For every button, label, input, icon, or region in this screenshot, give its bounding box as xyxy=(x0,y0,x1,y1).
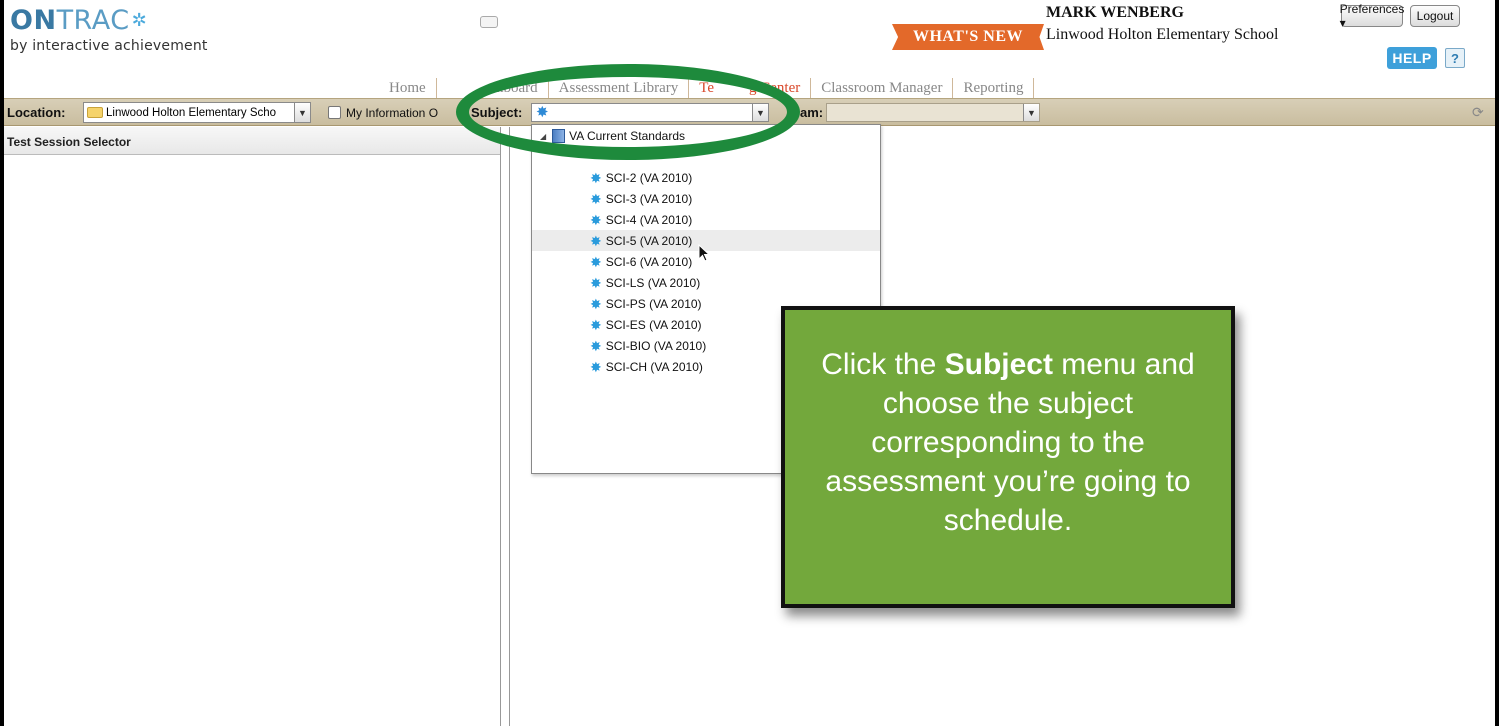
ontrac-logo[interactable]: ONTRAC ✲ by interactive achievement xyxy=(10,6,208,55)
folder-icon xyxy=(87,107,103,118)
subject-option-label: SCI-2 (VA 2010) xyxy=(605,170,693,185)
subject-option-label: SCI-BIO (VA 2010) xyxy=(605,338,707,353)
subject-option-label: SCI-CH (VA 2010) xyxy=(605,359,703,374)
logo-on: ON xyxy=(10,5,57,36)
refresh-icon[interactable]: ⟳ xyxy=(1472,104,1488,120)
nav-reporting[interactable]: Reporting xyxy=(953,78,1035,98)
blue-star-icon: ✸ xyxy=(590,211,602,228)
logo-wordmark: ONTRAC ✲ xyxy=(10,6,208,36)
subject-option-label: SCI-4 (VA 2010) xyxy=(605,212,693,227)
collapse-panel-button[interactable] xyxy=(480,16,498,28)
app-window: ONTRAC ✲ by interactive achievement WHAT'… xyxy=(4,0,1495,726)
user-name: MARK WENBERG xyxy=(1046,4,1184,21)
subject-option-label: SCI-3 (VA 2010) xyxy=(605,191,693,206)
nav-classroom-manager[interactable]: Classroom Manager xyxy=(811,78,954,98)
logo-trac: TRAC xyxy=(56,5,130,36)
highlight-ellipse xyxy=(456,64,800,160)
blue-star-icon: ✸ xyxy=(590,253,602,270)
subject-option[interactable]: ✸ SCI-3 (VA 2010) xyxy=(532,188,880,209)
sparkle-icon: ✲ xyxy=(131,10,148,31)
blue-star-icon: ✸ xyxy=(590,337,602,354)
callout-text-bold: Subject xyxy=(944,348,1053,381)
blue-star-icon: ✸ xyxy=(590,316,602,333)
question-icon[interactable]: ? xyxy=(1445,48,1465,68)
chevron-down-icon[interactable]: ▼ xyxy=(1023,104,1039,121)
callout-text-prefix: Click the xyxy=(821,348,945,381)
logo-tagline: by interactive achievement xyxy=(10,38,208,54)
subject-option[interactable]: ✸ SCI-LS (VA 2010) xyxy=(532,272,880,293)
location-label: Location: xyxy=(7,105,66,120)
panel-title: Test Session Selector xyxy=(4,127,500,155)
whats-new-button[interactable]: WHAT'S NEW xyxy=(892,24,1044,50)
blue-star-icon: ✸ xyxy=(590,190,602,207)
logout-button[interactable]: Logout xyxy=(1410,5,1460,27)
subject-option[interactable]: ✸ SCI-4 (VA 2010) xyxy=(532,209,880,230)
nav-home[interactable]: Home xyxy=(379,78,437,98)
subject-option-label: SCI-LS (VA 2010) xyxy=(605,275,701,290)
subject-option[interactable]: ✸ SCI-2 (VA 2010) xyxy=(532,167,880,188)
my-information-label: My Information O xyxy=(346,106,439,120)
help-button[interactable]: HELP xyxy=(1387,47,1437,69)
instruction-callout: Click the Subject menu and choose the su… xyxy=(781,306,1235,608)
subject-option-label: SCI-PS (VA 2010) xyxy=(605,296,702,311)
blue-star-icon: ✸ xyxy=(590,295,602,312)
preferences-button[interactable]: Preferences ▾ xyxy=(1340,2,1405,30)
location-select[interactable]: Linwood Holton Elementary Scho ▼ xyxy=(83,102,311,123)
chevron-down-icon[interactable]: ▼ xyxy=(294,103,310,122)
blue-star-icon: ✸ xyxy=(590,274,602,291)
subject-option-label: SCI-5 (VA 2010) xyxy=(605,233,693,248)
blue-star-icon: ✸ xyxy=(590,232,602,249)
panel-divider[interactable] xyxy=(509,127,510,726)
subject-option-label: SCI-6 (VA 2010) xyxy=(605,254,693,269)
location-value: Linwood Holton Elementary Scho xyxy=(106,106,277,119)
my-information-checkbox[interactable] xyxy=(328,106,341,119)
blue-star-icon: ✸ xyxy=(590,358,602,375)
exam-label: am: xyxy=(800,105,824,120)
mouse-cursor-icon xyxy=(698,244,710,262)
subject-option-label: SCI-ES (VA 2010) xyxy=(605,317,702,332)
test-session-selector-panel: Test Session Selector xyxy=(4,127,501,726)
blue-star-icon: ✸ xyxy=(590,169,602,186)
user-school: Linwood Holton Elementary School xyxy=(1046,26,1279,43)
exam-select[interactable]: ▼ xyxy=(826,103,1040,122)
